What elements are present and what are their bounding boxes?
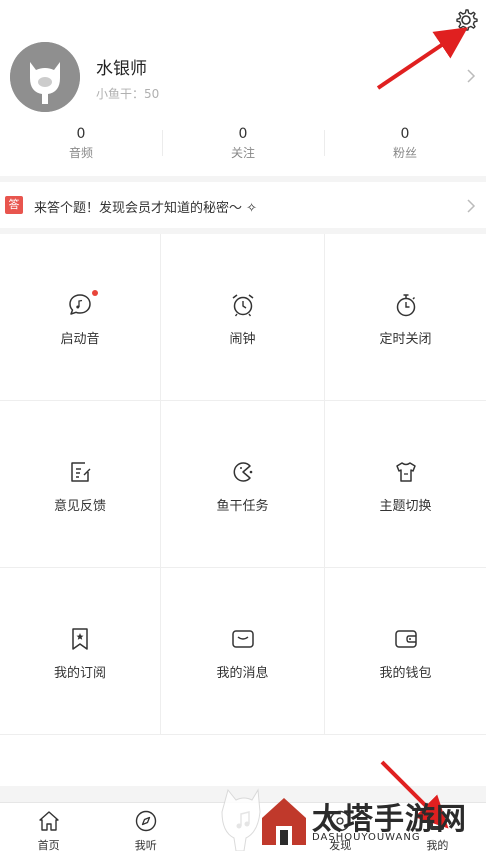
grid-item-startup-sound[interactable]: 启动音: [0, 234, 161, 401]
grid-item-label: 我的钱包: [379, 666, 432, 681]
grid-item-theme[interactable]: 主题切换: [325, 401, 486, 568]
notification-dot: [92, 290, 98, 296]
tab-label: 首页: [37, 839, 60, 851]
message-icon: [230, 626, 256, 652]
compass-icon: [134, 809, 158, 833]
quiz-banner-text: 来答个题！发现会员才知道的秘密～ ✧: [34, 201, 258, 216]
stat-value: 0: [400, 126, 410, 142]
stat-value: 0: [76, 126, 86, 142]
profile-header: 水银师 小鱼干：50: [0, 0, 486, 120]
grid-item-label: 意见反馈: [53, 499, 106, 514]
grid-item-label: 启动音: [60, 332, 100, 347]
chat-music-icon: [67, 292, 93, 318]
tshirt-icon: [393, 459, 419, 485]
stat-label: 粉丝: [392, 146, 417, 160]
quiz-banner[interactable]: 答 来答个题！发现会员才知道的秘密～ ✧: [0, 182, 486, 228]
home-icon: [37, 809, 61, 833]
username[interactable]: 水银师: [96, 54, 147, 79]
alarm-clock-icon: [230, 292, 256, 318]
watermark-url: DASHOUYOUWANG: [312, 832, 421, 843]
tab-home[interactable]: 首页: [0, 803, 97, 851]
tab-player[interactable]: [194, 803, 291, 851]
grid-item-sleep-timer[interactable]: 定时关闭: [325, 234, 486, 401]
grid-item-label: 我的订阅: [53, 666, 106, 681]
stat-label: 关注: [230, 146, 255, 160]
grid-item-messages[interactable]: 我的消息: [161, 568, 325, 735]
grid-item-feedback[interactable]: 意见反馈: [0, 401, 161, 568]
grid-item-label: 我的消息: [216, 666, 269, 681]
chevron-right-icon: [466, 198, 476, 213]
bookmark-icon: [67, 626, 93, 652]
chevron-right-icon[interactable]: [466, 68, 476, 83]
stat-audio[interactable]: 0 音频: [0, 124, 162, 168]
grid-item-subscriptions[interactable]: 我的订阅: [0, 568, 161, 735]
stat-following[interactable]: 0 关注: [162, 124, 324, 168]
tab-listen[interactable]: 我听: [97, 803, 194, 851]
grid-item-label: 鱼干任务: [216, 499, 269, 514]
grid-item-wallet[interactable]: 我的钱包: [325, 568, 486, 735]
wallet-icon: [393, 626, 419, 652]
avatar[interactable]: [10, 42, 80, 112]
feedback-icon: [67, 459, 93, 485]
quiz-badge: 答: [5, 196, 23, 214]
tab-label: 我听: [134, 839, 157, 851]
grid-item-label: 主题切换: [379, 499, 432, 514]
settings-gear-icon[interactable]: [452, 6, 480, 34]
pacman-icon: [230, 459, 256, 485]
stopwatch-icon: [393, 292, 419, 318]
fish-points-label: 小鱼干：50: [96, 87, 160, 101]
music-note-icon: [231, 809, 255, 833]
grid-item-fish-tasks[interactable]: 鱼干任务: [161, 401, 325, 568]
grid-item-label: 定时关闭: [379, 332, 432, 347]
grid-item-alarm[interactable]: 闹钟: [161, 234, 325, 401]
feature-grid: 启动音 闹钟 定时关闭 意见反馈 鱼干任务 主题切换 我的订阅 我的消息 我的钱…: [0, 234, 486, 735]
stats-row: 0 音频 0 关注 0 粉丝: [0, 124, 486, 168]
stat-value: 0: [238, 126, 248, 142]
grid-item-label: 闹钟: [229, 332, 256, 347]
stat-fans[interactable]: 0 粉丝: [324, 124, 486, 168]
stat-label: 音频: [68, 146, 93, 160]
